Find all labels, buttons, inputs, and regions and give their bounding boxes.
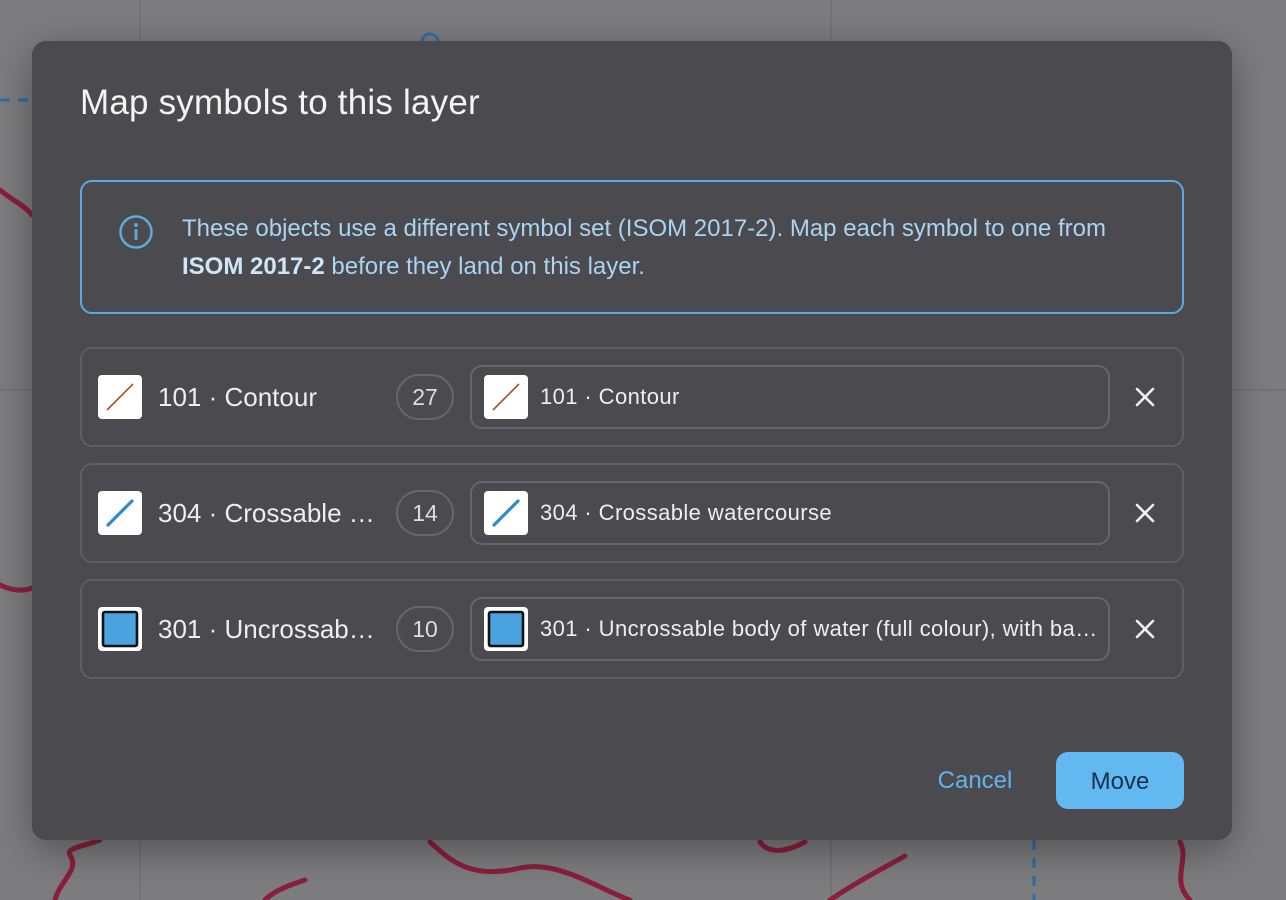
target-symbol-select[interactable]: 101 · Contour [470,365,1110,429]
contour-line-symbol-icon [98,375,142,419]
target-symbol-label: 101 · Contour [540,384,680,409]
close-icon [1135,387,1155,407]
map-symbols-dialog: Map symbols to this layer These objects … [32,41,1232,840]
close-icon [1135,503,1155,523]
dialog-title: Map symbols to this layer [80,83,480,122]
info-circle-icon [118,214,154,250]
object-count-badge: 27 [396,374,454,420]
symbol-mapping-list: 101 · Contour 27 101 · Contour 304 · Cro… [80,347,1184,695]
target-symbol-label: 304 · Crossable watercourse [540,500,833,525]
cancel-button[interactable]: Cancel [922,752,1028,808]
symbol-mapping-row: 301 · Uncrossable body of water (full co… [80,579,1184,679]
symbol-mapping-row: 101 · Contour 27 101 · Contour [80,347,1184,447]
info-target-symbol-set: ISOM 2017-2 [182,253,325,280]
target-symbol-select[interactable]: 301 · Uncrossable body of water (full co… [470,597,1110,661]
info-banner: These objects use a different symbol set… [80,180,1184,314]
contour-line-symbol-icon [484,375,528,419]
water-body-area-symbol-icon [98,607,142,651]
remove-mapping-button[interactable] [1126,610,1164,648]
move-button[interactable]: Move [1056,752,1184,809]
close-icon [1135,619,1155,639]
symbol-mapping-row: 304 · Crossable watercourse 14 304 · Cro… [80,463,1184,563]
source-symbol-label: 101 · Contour [158,382,317,412]
info-text-part: before they land on this layer. [324,253,645,280]
watercourse-line-symbol-icon [98,491,142,535]
object-count-badge: 10 [396,606,454,652]
watercourse-line-symbol-icon [484,491,528,535]
target-symbol-label: 301 · Uncrossable body of water (full co… [540,616,1100,641]
info-text-part: These objects use a different symbol set… [182,215,1106,242]
source-symbol-label: 301 · Uncrossable body of water (full co… [158,614,380,644]
object-count-badge: 14 [396,490,454,536]
water-body-area-symbol-icon [484,607,528,651]
remove-mapping-button[interactable] [1126,494,1164,532]
info-message: These objects use a different symbol set… [182,210,1162,286]
target-symbol-select[interactable]: 304 · Crossable watercourse [470,481,1110,545]
remove-mapping-button[interactable] [1126,378,1164,416]
source-symbol-label: 304 · Crossable watercourse [158,498,380,528]
